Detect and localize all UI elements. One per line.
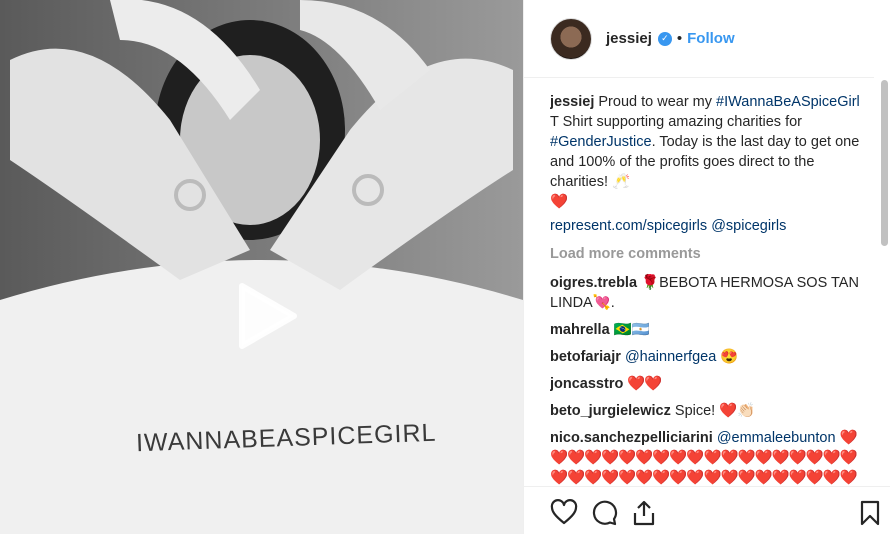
post-video[interactable]: IWANNABEASPICEGIRL bbox=[0, 0, 523, 534]
hashtag-iwannabeaspicegirl[interactable]: #IWannaBeASpiceGirl bbox=[716, 94, 860, 110]
action-bar bbox=[524, 486, 890, 534]
post-header: jessiej ✓ • Follow bbox=[524, 0, 874, 78]
comment-text: 🇧🇷🇦🇷 bbox=[613, 322, 650, 338]
verified-badge-icon: ✓ bbox=[657, 31, 672, 46]
comment-username[interactable]: mahrella bbox=[550, 322, 610, 338]
caption-link[interactable]: represent.com/spicegirls bbox=[550, 218, 707, 234]
caption-text-2: T Shirt supporting amazing charities for bbox=[550, 114, 802, 130]
comment: mahrella 🇧🇷🇦🇷 bbox=[550, 320, 868, 340]
comment-username[interactable]: nico.sanchezpelliciarini bbox=[550, 430, 713, 446]
comment-username[interactable]: joncasstro bbox=[550, 376, 623, 392]
comment-username[interactable]: beto_jurgielewicz bbox=[550, 403, 671, 419]
post-sidebar: jessiej ✓ • Follow jessiej Proud to wear… bbox=[523, 0, 890, 534]
comment-mention[interactable]: @hainnerfgea bbox=[625, 349, 716, 365]
caption-text-1: Proud to wear my bbox=[598, 94, 713, 110]
comment: nico.sanchezpelliciarini @emmaleebunton … bbox=[550, 428, 868, 487]
comments-list: jessiej Proud to wear my #IWannaBeASpice… bbox=[550, 92, 868, 487]
load-more-comments-button[interactable]: Load more comments bbox=[550, 244, 868, 264]
caption: jessiej Proud to wear my #IWannaBeASpice… bbox=[550, 92, 868, 236]
comment-username[interactable]: betofariajr bbox=[550, 349, 621, 365]
comment-icon[interactable] bbox=[590, 499, 618, 527]
bookmark-icon[interactable] bbox=[856, 499, 884, 527]
caption-mention[interactable]: @spicegirls bbox=[711, 218, 786, 234]
avatar[interactable] bbox=[550, 17, 592, 60]
hashtag-genderjustice[interactable]: #GenderJustice bbox=[550, 134, 652, 150]
header-username[interactable]: jessiej bbox=[606, 30, 652, 47]
play-icon[interactable] bbox=[228, 280, 300, 352]
comment: betofariajr @hainnerfgea 😍 bbox=[550, 347, 868, 367]
comment: beto_jurgielewicz Spice! ❤️👏🏻 bbox=[550, 401, 868, 421]
heart-icon[interactable] bbox=[550, 499, 578, 527]
comment-username[interactable]: oigres.trebla bbox=[550, 275, 637, 291]
instagram-post: IWANNABEASPICEGIRL jessiej ✓ • Follow je… bbox=[0, 0, 890, 534]
caption-username[interactable]: jessiej bbox=[550, 94, 594, 110]
caption-heart: ❤️ bbox=[550, 194, 569, 210]
comment: joncasstro ❤️❤️ bbox=[550, 374, 868, 394]
follow-button[interactable]: Follow bbox=[687, 30, 735, 47]
comment-text: 😍 bbox=[720, 349, 739, 365]
share-icon[interactable] bbox=[630, 499, 658, 527]
comment-mention[interactable]: @emmaleebunton bbox=[717, 430, 836, 446]
header-separator: • bbox=[676, 30, 683, 47]
comments-scrollbar[interactable] bbox=[881, 80, 888, 246]
video-frame bbox=[0, 0, 523, 534]
comment: oigres.trebla 🌹BEBOTA HERMOSA SOS TAN LI… bbox=[550, 273, 868, 313]
comment-text: Spice! ❤️👏🏻 bbox=[674, 403, 756, 419]
comment-text: ❤️❤️ bbox=[627, 376, 662, 392]
